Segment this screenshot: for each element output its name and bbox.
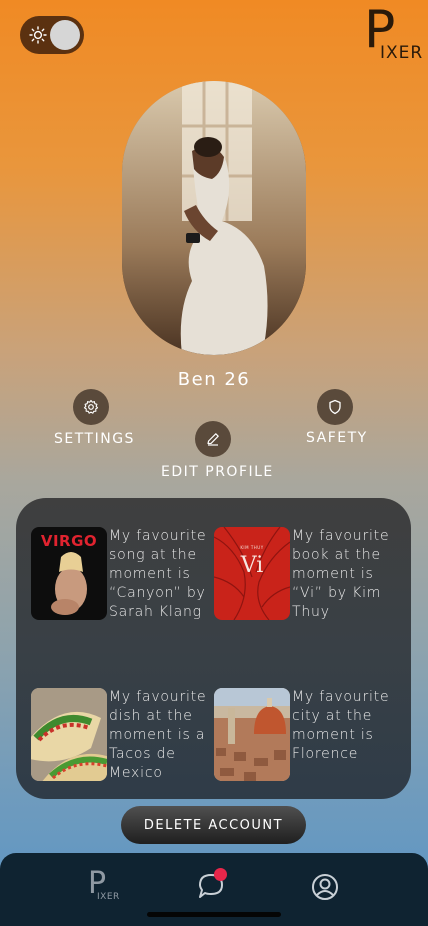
favourite-dish-text: My favourite dish at the moment is a Tac… <box>109 689 207 781</box>
edit-profile-label[interactable]: EDIT PROFILE <box>161 464 274 480</box>
settings-label[interactable]: SETTINGS <box>54 431 135 447</box>
tacos-photo <box>31 688 107 781</box>
nav-chat[interactable] <box>197 868 229 904</box>
profile-photo-art <box>122 81 306 355</box>
sun-icon <box>29 26 47 44</box>
favourites-panel: VIRGO My favourite song at the moment is… <box>16 498 411 799</box>
album-cover: VIRGO <box>31 527 107 620</box>
favourite-song-text: My favourite song at the moment is “Cany… <box>109 528 207 620</box>
home-indicator <box>147 912 281 917</box>
favourite-song[interactable]: VIRGO My favourite song at the moment is… <box>31 527 211 627</box>
settings-button[interactable] <box>73 389 109 425</box>
pencil-icon <box>207 433 219 446</box>
favourite-city-text: My favourite city at the moment is Flore… <box>292 689 390 762</box>
theme-toggle[interactable] <box>20 16 84 54</box>
favourite-city[interactable]: My favourite city at the moment is Flore… <box>214 688 394 788</box>
florence-photo <box>214 688 290 781</box>
favourite-book[interactable]: KIM THUY Vi My favourite book at the mom… <box>214 527 394 627</box>
safety-button[interactable] <box>317 389 353 425</box>
profile-photo[interactable] <box>122 81 306 355</box>
notification-dot <box>214 868 227 881</box>
favourite-dish[interactable]: My favourite dish at the moment is a Tac… <box>31 688 211 788</box>
logo-text: IXER <box>380 43 424 63</box>
nav-profile[interactable] <box>311 873 343 905</box>
delete-account-button[interactable]: DELETE ACCOUNT <box>121 806 306 844</box>
user-circle-icon <box>312 874 338 900</box>
app-logo: P IXER <box>364 4 424 63</box>
nav-home[interactable]: P IXER <box>88 869 120 903</box>
book-author-text: KIM THUY <box>240 545 264 550</box>
safety-label[interactable]: SAFETY <box>306 430 368 446</box>
album-title-text: VIRGO <box>40 532 98 550</box>
book-cover: KIM THUY Vi <box>214 527 290 620</box>
nav-home-text: IXER <box>97 892 120 902</box>
book-title-text: Vi <box>240 553 264 578</box>
profile-name-age: Ben 26 <box>177 369 251 390</box>
edit-profile-button[interactable] <box>195 421 231 457</box>
toggle-knob <box>50 20 80 50</box>
gear-icon <box>83 399 99 414</box>
favourite-book-text: My favourite book at the moment is “Vi” … <box>292 528 390 620</box>
shield-icon <box>329 399 341 415</box>
